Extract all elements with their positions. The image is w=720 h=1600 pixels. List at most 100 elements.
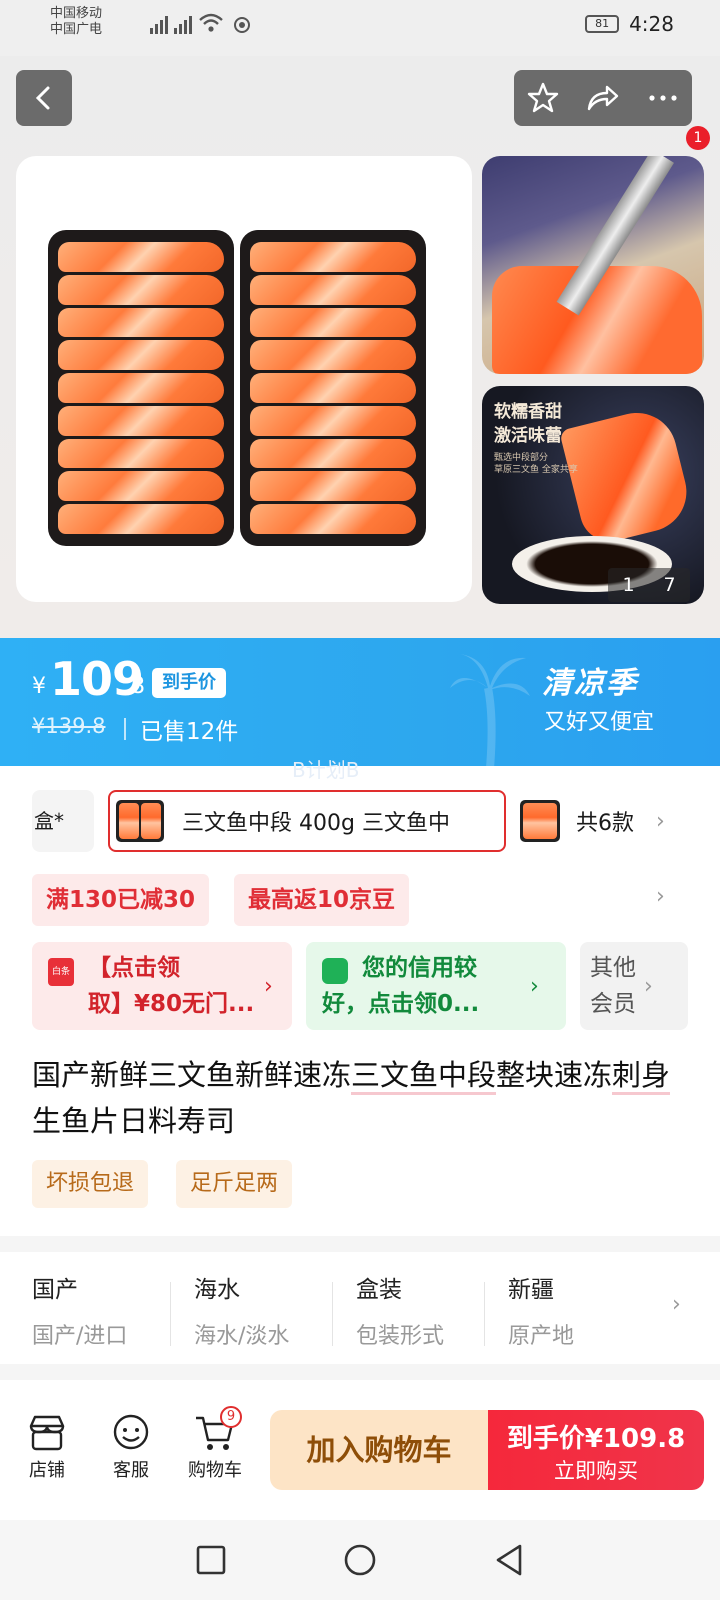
carrier-info: 中国移动 中国广电 bbox=[50, 6, 102, 38]
service-label: 客服 bbox=[113, 1460, 149, 1481]
member-line-1: 其他 bbox=[590, 955, 636, 981]
credit-line-1: 您的信用较 bbox=[362, 955, 477, 981]
attribute-value: 盒装 bbox=[356, 1277, 402, 1303]
chevron-right-icon: › bbox=[264, 973, 273, 999]
gallery-thumbnail-1[interactable] bbox=[482, 156, 704, 374]
star-icon[interactable] bbox=[526, 81, 560, 115]
variant-thumbnail-next bbox=[520, 800, 560, 842]
credit-line-2: 好，点击领0... bbox=[322, 991, 480, 1017]
caption-line-1: 软糯香甜 bbox=[494, 402, 562, 422]
product-title: 国产新鲜三文鱼新鲜速冻三文鱼中段整块速冻刺身生鱼片日料寿司 bbox=[32, 1052, 692, 1144]
customer-service-button[interactable]: 客服 bbox=[96, 1410, 166, 1482]
price-divider bbox=[124, 718, 126, 740]
chat-icon bbox=[113, 1414, 149, 1450]
price-decimal: .8 bbox=[124, 674, 145, 699]
pager-current: 1 bbox=[622, 574, 635, 596]
signal-1-icon bbox=[150, 16, 168, 34]
sold-count: 已售12件 bbox=[140, 719, 239, 745]
salmon-tray-right bbox=[240, 230, 426, 546]
shield-icon bbox=[322, 958, 348, 984]
attribute-divider bbox=[170, 1282, 171, 1346]
baitiao-line-1: 【点击领 bbox=[88, 955, 180, 981]
back-icon bbox=[35, 86, 50, 110]
member-card[interactable]: 其他 会员 › bbox=[580, 942, 688, 1030]
buy-now-button[interactable]: 到手价¥109.8 立即购买 bbox=[488, 1410, 704, 1490]
variant-option-selected[interactable]: 三文鱼中段 400g 三文鱼中 bbox=[108, 790, 506, 852]
promo-title: 清凉季 bbox=[542, 666, 638, 701]
bottom-action-bar: 店铺 客服 9 购物车 加入购物车 到手价¥109.8 立即购买 bbox=[0, 1380, 720, 1520]
caption-line-2: 激活味蕾 bbox=[494, 426, 562, 446]
title-part-1: 国产新鲜三文鱼新鲜速冻 bbox=[32, 1058, 352, 1092]
baitiao-icon: 白条 bbox=[48, 958, 74, 986]
cart-button[interactable]: 9 购物车 bbox=[180, 1406, 250, 1482]
section-divider bbox=[0, 1236, 720, 1252]
service-tag-weight[interactable]: 足斤足两 bbox=[176, 1160, 293, 1208]
attribute-value: 新疆 bbox=[508, 1277, 554, 1303]
add-to-cart-button[interactable]: 加入购物车 bbox=[270, 1410, 488, 1490]
baitiao-coupon-card[interactable]: 白条 【点击领 取】¥80无门... › bbox=[32, 942, 292, 1030]
carrier-1: 中国移动 bbox=[50, 6, 103, 21]
title-part-3: 整块速冻 bbox=[496, 1058, 613, 1092]
product-gallery: 1 软糯香甜 激活味蕾 甄选中段部分 草原三文鱼 全家共享 1 7 bbox=[0, 56, 720, 638]
attribute-divider bbox=[484, 1282, 485, 1346]
attribute-value: 国产 bbox=[32, 1277, 78, 1303]
baitiao-coupon-text: 【点击领 取】¥80无门... bbox=[88, 950, 258, 1022]
salmon-tray-left bbox=[48, 230, 234, 546]
net-price-tag: 到手价 bbox=[152, 668, 226, 698]
attribute-origin-type: 国产 国产/进口 bbox=[32, 1270, 127, 1350]
attribute-key: 包装形式 bbox=[356, 1324, 445, 1349]
status-time: 4:28 bbox=[629, 12, 674, 36]
subcaption-line-2: 草原三文鱼 全家共享 bbox=[494, 465, 578, 475]
chevron-right-icon: › bbox=[672, 1292, 681, 1317]
attribute-key: 海水/淡水 bbox=[194, 1324, 290, 1349]
cart-count-badge: 9 bbox=[220, 1406, 242, 1428]
chevron-right-icon: › bbox=[530, 973, 539, 999]
buy-now-label: 立即购买 bbox=[554, 1459, 638, 1483]
share-icon[interactable] bbox=[585, 81, 621, 115]
credit-coupon-card[interactable]: 您的信用较 好，点击领0... › bbox=[306, 942, 566, 1030]
product-attributes[interactable]: 国产 国产/进口 海水 海水/淡水 盒装 包装形式 新疆 原产地 › bbox=[0, 1252, 720, 1364]
thumbnail-subcaption: 甄选中段部分 草原三文鱼 全家共享 bbox=[494, 452, 578, 476]
variant-selector: 盒* 三文鱼中段 400g 三文鱼中 共6款 › bbox=[32, 790, 720, 854]
coupon-full-reduction[interactable]: 满130已减30 bbox=[32, 874, 210, 926]
wifi-icon bbox=[199, 13, 223, 32]
status-bar: 中国移动 中国广电 81 4:28 bbox=[0, 0, 720, 56]
baitiao-line-2: 取】¥80无门... bbox=[88, 991, 255, 1017]
attribute-water-type: 海水 海水/淡水 bbox=[194, 1270, 289, 1350]
chevron-right-icon: › bbox=[644, 973, 653, 999]
recent-apps-icon[interactable] bbox=[195, 1544, 227, 1576]
variant-more[interactable]: 共6款 › bbox=[520, 790, 700, 852]
back-nav-icon[interactable] bbox=[493, 1543, 525, 1577]
gallery-pager: 1 7 bbox=[608, 568, 690, 602]
watermark: B计划B bbox=[292, 758, 360, 782]
coupons-chevron-icon[interactable]: › bbox=[656, 884, 665, 909]
signal-2-icon bbox=[174, 16, 192, 34]
home-icon[interactable] bbox=[343, 1543, 377, 1577]
chevron-right-icon: › bbox=[656, 808, 665, 834]
store-button[interactable]: 店铺 bbox=[12, 1410, 82, 1482]
back-button[interactable] bbox=[16, 70, 72, 126]
salmon-chopsticks-image bbox=[559, 404, 695, 548]
variant-label: 三文鱼中段 400g 三文鱼中 bbox=[182, 811, 450, 836]
variant-option-prev[interactable]: 盒* bbox=[32, 790, 94, 852]
more-icon[interactable] bbox=[646, 81, 680, 115]
member-line-2: 会员 bbox=[590, 991, 636, 1017]
variant-count: 共6款 bbox=[576, 811, 634, 836]
header-actions bbox=[514, 70, 692, 126]
title-part-5: 生鱼片日料寿司 bbox=[32, 1104, 236, 1138]
attribute-key: 国产/进口 bbox=[32, 1324, 128, 1349]
store-label: 店铺 bbox=[29, 1460, 65, 1481]
carrier-2: 中国广电 bbox=[50, 22, 103, 37]
variant-thumbnail bbox=[116, 800, 164, 842]
service-tag-refund[interactable]: 坏损包退 bbox=[32, 1160, 149, 1208]
cart-label: 购物车 bbox=[188, 1460, 242, 1481]
palm-tree-icon bbox=[450, 654, 530, 766]
original-price: ¥139.8 bbox=[32, 714, 106, 738]
price-banner: ¥ 109 .8 到手价 ¥139.8 已售12件 清凉季 又好又便宜 bbox=[0, 638, 720, 766]
attribute-packaging: 盒装 包装形式 bbox=[356, 1270, 444, 1350]
coupon-jd-beans[interactable]: 最高返10京豆 bbox=[234, 874, 410, 926]
attribute-value: 海水 bbox=[194, 1277, 240, 1303]
price-currency: ¥ bbox=[32, 674, 46, 699]
system-nav-bar bbox=[0, 1520, 720, 1600]
main-product-image[interactable] bbox=[16, 156, 472, 602]
